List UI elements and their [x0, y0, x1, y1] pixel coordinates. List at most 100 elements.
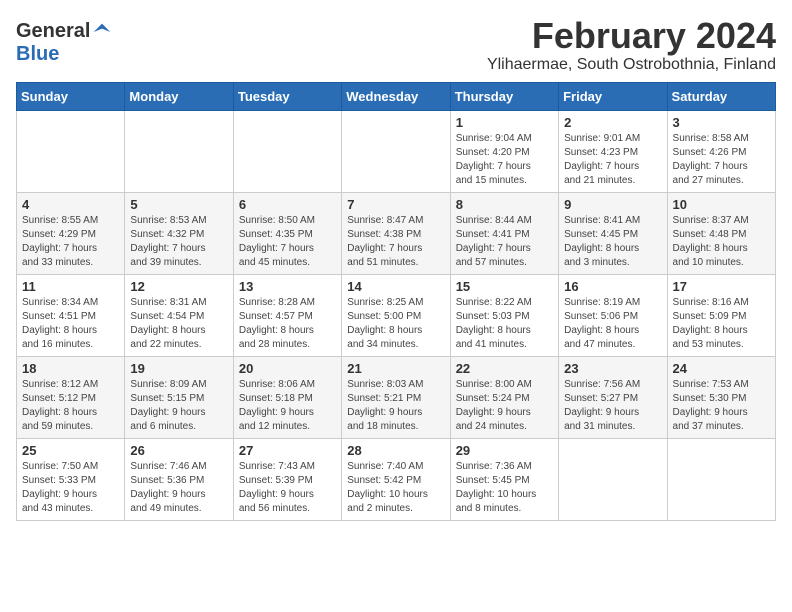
calendar-cell: 21 Sunrise: 8:03 AM Sunset: 5:21 PM Dayli… [342, 356, 450, 438]
day-info: Sunrise: 7:53 AM Sunset: 5:30 PM Dayligh… [673, 378, 770, 434]
calendar-cell: 23 Sunrise: 7:56 AM Sunset: 5:27 PM Dayli… [559, 356, 667, 438]
day-info: Sunrise: 8:28 AM Sunset: 4:57 PM Dayligh… [239, 296, 336, 352]
calendar-body: 1 Sunrise: 9:04 AM Sunset: 4:20 PM Daylig… [17, 110, 776, 520]
day-number: 9 [564, 197, 661, 212]
main-title: February 2024 [487, 16, 776, 56]
logo-general: General [16, 20, 90, 43]
day-number: 12 [130, 279, 227, 294]
day-number: 28 [347, 443, 444, 458]
calendar-cell: 11 Sunrise: 8:34 AM Sunset: 4:51 PM Dayli… [17, 274, 125, 356]
title-area: February 2024 Ylihaermae, South Ostrobot… [487, 16, 776, 74]
calendar-cell: 24 Sunrise: 7:53 AM Sunset: 5:30 PM Dayli… [667, 356, 775, 438]
day-number: 1 [456, 115, 553, 130]
day-number: 29 [456, 443, 553, 458]
day-number: 14 [347, 279, 444, 294]
week-row-3: 18 Sunrise: 8:12 AM Sunset: 5:12 PM Dayli… [17, 356, 776, 438]
day-info: Sunrise: 7:56 AM Sunset: 5:27 PM Dayligh… [564, 378, 661, 434]
day-info: Sunrise: 7:50 AM Sunset: 5:33 PM Dayligh… [22, 460, 119, 516]
day-info: Sunrise: 8:19 AM Sunset: 5:06 PM Dayligh… [564, 296, 661, 352]
day-number: 13 [239, 279, 336, 294]
day-info: Sunrise: 8:22 AM Sunset: 5:03 PM Dayligh… [456, 296, 553, 352]
calendar-cell: 13 Sunrise: 8:28 AM Sunset: 4:57 PM Dayli… [233, 274, 341, 356]
calendar-cell: 3Sunrise: 8:58 AM Sunset: 4:26 PM Daylig… [667, 110, 775, 192]
calendar-cell [17, 110, 125, 192]
day-number: 25 [22, 443, 119, 458]
day-info: Sunrise: 9:04 AM Sunset: 4:20 PM Dayligh… [456, 132, 553, 188]
day-info: Sunrise: 8:44 AM Sunset: 4:41 PM Dayligh… [456, 214, 553, 270]
day-info: Sunrise: 7:40 AM Sunset: 5:42 PM Dayligh… [347, 460, 444, 516]
day-number: 17 [673, 279, 770, 294]
day-info: Sunrise: 9:01 AM Sunset: 4:23 PM Dayligh… [564, 132, 661, 188]
calendar-cell: 25 Sunrise: 7:50 AM Sunset: 5:33 PM Dayli… [17, 438, 125, 520]
day-info: Sunrise: 8:58 AM Sunset: 4:26 PM Dayligh… [673, 132, 770, 188]
subtitle: Ylihaermae, South Ostrobothnia, Finland [487, 56, 776, 74]
calendar-cell: 16 Sunrise: 8:19 AM Sunset: 5:06 PM Dayli… [559, 274, 667, 356]
calendar-cell: 2 Sunrise: 9:01 AM Sunset: 4:23 PM Daylig… [559, 110, 667, 192]
week-row-2: 11 Sunrise: 8:34 AM Sunset: 4:51 PM Dayli… [17, 274, 776, 356]
day-info: Sunrise: 8:03 AM Sunset: 5:21 PM Dayligh… [347, 378, 444, 434]
header: General Blue February 2024 Ylihaermae, S… [16, 16, 776, 74]
day-info: Sunrise: 7:36 AM Sunset: 5:45 PM Dayligh… [456, 460, 553, 516]
day-number: 5 [130, 197, 227, 212]
calendar-cell: 22 Sunrise: 8:00 AM Sunset: 5:24 PM Dayli… [450, 356, 558, 438]
day-info: Sunrise: 8:31 AM Sunset: 4:54 PM Dayligh… [130, 296, 227, 352]
calendar-cell [233, 110, 341, 192]
calendar-cell: 7 Sunrise: 8:47 AM Sunset: 4:38 PM Daylig… [342, 192, 450, 274]
day-info: Sunrise: 8:06 AM Sunset: 5:18 PM Dayligh… [239, 378, 336, 434]
day-number: 6 [239, 197, 336, 212]
calendar-cell: 26Sunrise: 7:46 AM Sunset: 5:36 PM Dayli… [125, 438, 233, 520]
dow-thursday: Thursday [450, 82, 558, 110]
calendar-cell: 1 Sunrise: 9:04 AM Sunset: 4:20 PM Daylig… [450, 110, 558, 192]
dow-tuesday: Tuesday [233, 82, 341, 110]
day-number: 19 [130, 361, 227, 376]
calendar-cell: 14 Sunrise: 8:25 AM Sunset: 5:00 PM Dayli… [342, 274, 450, 356]
day-info: Sunrise: 8:37 AM Sunset: 4:48 PM Dayligh… [673, 214, 770, 270]
day-info: Sunrise: 8:25 AM Sunset: 5:00 PM Dayligh… [347, 296, 444, 352]
calendar-cell: 15 Sunrise: 8:22 AM Sunset: 5:03 PM Dayli… [450, 274, 558, 356]
day-number: 24 [673, 361, 770, 376]
week-row-0: 1 Sunrise: 9:04 AM Sunset: 4:20 PM Daylig… [17, 110, 776, 192]
day-number: 15 [456, 279, 553, 294]
day-info: Sunrise: 7:46 AM Sunset: 5:36 PM Dayligh… [130, 460, 227, 516]
day-number: 10 [673, 197, 770, 212]
day-info: Sunrise: 8:34 AM Sunset: 4:51 PM Dayligh… [22, 296, 119, 352]
logo: General Blue [16, 20, 112, 66]
day-info: Sunrise: 8:47 AM Sunset: 4:38 PM Dayligh… [347, 214, 444, 270]
calendar-cell [342, 110, 450, 192]
logo-blue: Blue [16, 43, 59, 65]
calendar-cell: 28 Sunrise: 7:40 AM Sunset: 5:42 PM Dayli… [342, 438, 450, 520]
day-number: 7 [347, 197, 444, 212]
day-info: Sunrise: 8:53 AM Sunset: 4:32 PM Dayligh… [130, 214, 227, 270]
day-info: Sunrise: 8:55 AM Sunset: 4:29 PM Dayligh… [22, 214, 119, 270]
calendar-cell: 10 Sunrise: 8:37 AM Sunset: 4:48 PM Dayli… [667, 192, 775, 274]
calendar-cell: 17 Sunrise: 8:16 AM Sunset: 5:09 PM Dayli… [667, 274, 775, 356]
calendar-table: SundayMondayTuesdayWednesdayThursdayFrid… [16, 82, 776, 521]
calendar-cell: 19 Sunrise: 8:09 AM Sunset: 5:15 PM Dayli… [125, 356, 233, 438]
calendar-cell: 29 Sunrise: 7:36 AM Sunset: 5:45 PM Dayli… [450, 438, 558, 520]
day-info: Sunrise: 8:12 AM Sunset: 5:12 PM Dayligh… [22, 378, 119, 434]
day-of-week-header: SundayMondayTuesdayWednesdayThursdayFrid… [17, 82, 776, 110]
calendar-cell [125, 110, 233, 192]
day-info: Sunrise: 7:43 AM Sunset: 5:39 PM Dayligh… [239, 460, 336, 516]
day-info: Sunrise: 8:16 AM Sunset: 5:09 PM Dayligh… [673, 296, 770, 352]
day-number: 16 [564, 279, 661, 294]
calendar-cell: 27 Sunrise: 7:43 AM Sunset: 5:39 PM Dayli… [233, 438, 341, 520]
calendar-cell: 20Sunrise: 8:06 AM Sunset: 5:18 PM Dayli… [233, 356, 341, 438]
day-info: Sunrise: 8:09 AM Sunset: 5:15 PM Dayligh… [130, 378, 227, 434]
day-info: Sunrise: 8:41 AM Sunset: 4:45 PM Dayligh… [564, 214, 661, 270]
calendar-cell: 9 Sunrise: 8:41 AM Sunset: 4:45 PM Daylig… [559, 192, 667, 274]
calendar-cell: 12 Sunrise: 8:31 AM Sunset: 4:54 PM Dayli… [125, 274, 233, 356]
day-number: 27 [239, 443, 336, 458]
day-number: 23 [564, 361, 661, 376]
dow-friday: Friday [559, 82, 667, 110]
day-number: 21 [347, 361, 444, 376]
day-number: 11 [22, 279, 119, 294]
calendar-cell [667, 438, 775, 520]
day-info: Sunrise: 8:00 AM Sunset: 5:24 PM Dayligh… [456, 378, 553, 434]
day-number: 4 [22, 197, 119, 212]
day-number: 22 [456, 361, 553, 376]
day-number: 18 [22, 361, 119, 376]
logo-icon [92, 22, 112, 42]
day-number: 2 [564, 115, 661, 130]
calendar-cell: 18 Sunrise: 8:12 AM Sunset: 5:12 PM Dayli… [17, 356, 125, 438]
